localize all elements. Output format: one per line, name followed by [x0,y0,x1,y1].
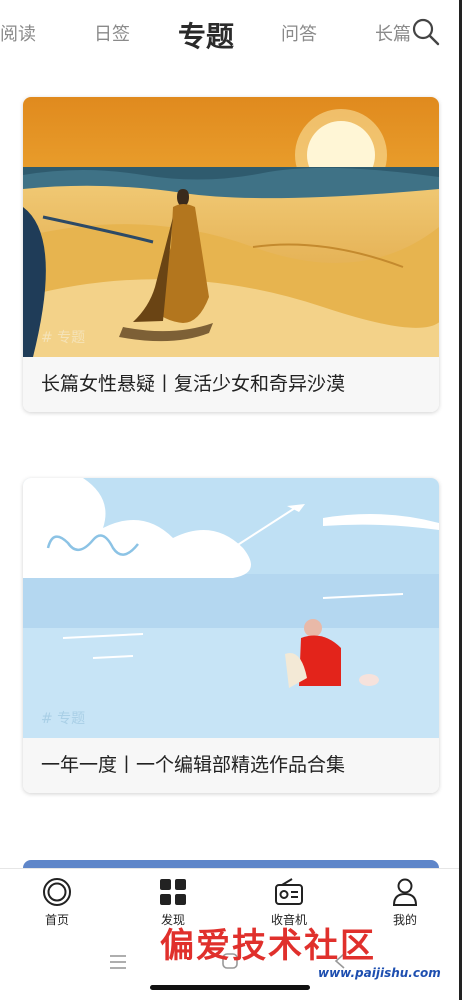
home-indicator[interactable] [150,985,310,990]
card-title: 长篇女性悬疑丨复活少女和奇异沙漠 [23,357,439,412]
grid-icon [160,879,186,905]
card-cover-image: # 专题 [23,478,439,738]
tab-topics[interactable]: 专题 [178,15,234,55]
menu-icon[interactable] [108,953,128,971]
desert-illustration [23,97,439,357]
tab-qa[interactable]: 问答 [281,20,317,46]
topic-tag: # 专题 [41,711,86,727]
topic-card[interactable]: # 专题 长篇女性悬疑丨复活少女和奇异沙漠 [23,97,439,412]
home-icon [43,878,71,906]
nav-profile[interactable]: 我的 [370,877,440,928]
radio-icon [275,878,303,905]
card-cover-image: # 专题 [23,97,439,357]
card-title: 一年一度丨一个编辑部精选作品合集 [23,738,439,793]
top-tab-bar: 阅读 日签 专题 问答 长篇 [0,0,462,68]
nav-home-label: 首页 [44,913,69,927]
tab-reading[interactable]: 阅读 [0,20,36,46]
sea-illustration [23,478,439,738]
topic-tag: # 专题 [41,330,86,346]
topic-card[interactable]: # 专题 一年一度丨一个编辑部精选作品合集 [23,478,439,793]
watermark-logo: 偏爱技术社区 [160,926,376,966]
watermark-url: www.paijishu.com [318,966,441,980]
search-icon[interactable] [412,18,440,46]
tab-daily[interactable]: 日签 [94,20,130,46]
tab-longform[interactable]: 长篇 [375,20,411,46]
nav-profile-label: 我的 [392,913,417,927]
nav-home[interactable]: 首页 [22,877,92,928]
user-icon [392,878,418,906]
